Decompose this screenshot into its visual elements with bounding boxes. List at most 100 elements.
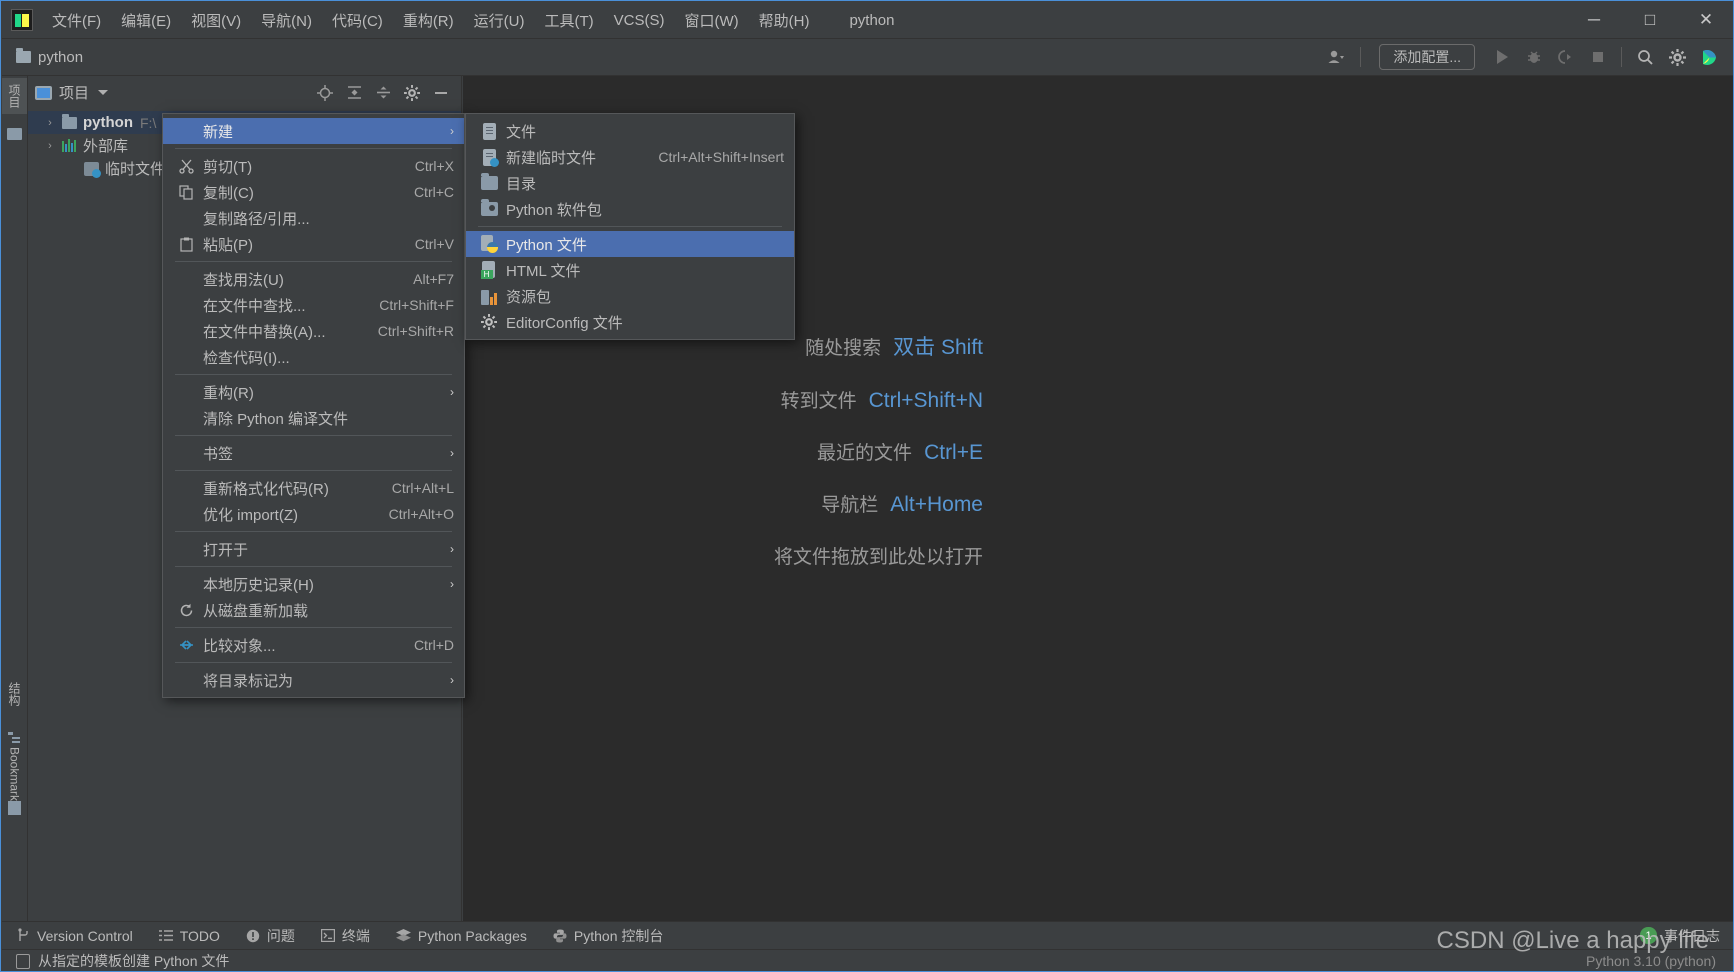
menu-item-label: 打开于 [203,541,249,559]
menu-help[interactable]: 帮助(H) [749,6,820,35]
window-controls: ─ □ ✕ [1566,2,1733,39]
interpreter-indicator[interactable]: Python 3.10 (python) [1586,953,1716,969]
ctx-find-in-files[interactable]: 在文件中查找... Ctrl+Shift+F [163,292,464,318]
close-button[interactable]: ✕ [1678,2,1733,39]
menu-item-shortcut: Ctrl+Alt+L [391,480,454,496]
ctx-bookmarks[interactable]: 书签 › [163,440,464,466]
toolbar-actions: 添加配置... [1322,43,1724,71]
breadcrumb[interactable]: python [16,48,84,66]
breadcrumb-label: python [38,48,84,66]
ctx-clean-pyc[interactable]: 清除 Python 编译文件 [163,405,464,431]
menu-separator [175,435,452,436]
menu-item-label: Python 软件包 [506,201,602,219]
add-configuration-button[interactable]: 添加配置... [1379,44,1475,70]
menu-item-shortcut: Ctrl+X [414,158,454,174]
tool-python-packages[interactable]: Python Packages [385,926,538,946]
hide-icon[interactable] [428,81,454,105]
ctx-open-in[interactable]: 打开于 › [163,536,464,562]
new-python-package[interactable]: Python 软件包 [466,196,794,222]
ctx-new[interactable]: 新建 › [163,118,464,144]
menu-refactor[interactable]: 重构(R) [393,6,464,35]
chevron-right-icon: › [450,577,454,591]
ctx-find-usages[interactable]: 查找用法(U) Alt+F7 [163,266,464,292]
chevron-down-icon[interactable] [98,90,109,95]
tool-terminal[interactable]: 终端 [310,924,381,948]
settings-gear-icon[interactable] [399,81,425,105]
menu-separator [175,148,452,149]
ctx-cut[interactable]: 剪切(T) Ctrl+X [163,153,464,179]
tool-python-console[interactable]: Python 控制台 [542,924,674,948]
folder-icon [16,48,31,63]
twisty-icon[interactable]: › [42,140,58,152]
maximize-button[interactable]: □ [1622,2,1678,39]
list-icon [158,929,173,942]
bottom-tool-stripe: Version Control TODO 问题 终端 Python Packag… [2,921,1733,949]
ctx-reload-from-disk[interactable]: 从磁盘重新加载 [163,597,464,623]
menu-item-shortcut: Ctrl+Alt+O [388,506,454,522]
menu-item-label: 新建 [203,123,234,141]
stripe-button-project[interactable]: 项目 [2,78,27,114]
context-menu: 新建 › 剪切(T) Ctrl+X 复制(C) Ctrl+C 复制路径/引用..… [162,113,465,698]
menu-item-shortcut: Ctrl+V [414,236,454,252]
pycharm-window: 文件(F) 编辑(E) 视图(V) 导航(N) 代码(C) 重构(R) 运行(U… [0,0,1734,972]
menu-separator [175,261,452,262]
menu-window[interactable]: 窗口(W) [674,6,748,35]
menu-vcs[interactable]: VCS(S) [604,8,675,33]
user-avatar-icon[interactable] [1322,43,1352,71]
new-editorconfig-file[interactable]: EditorConfig 文件 [466,309,794,335]
run-coverage-icon[interactable] [1551,43,1581,71]
ctx-inspect-code[interactable]: 检查代码(I)... [163,344,464,370]
stripe-button-structure[interactable]: 结构 [2,676,27,712]
stop-icon[interactable] [1583,43,1613,71]
new-file[interactable]: 文件 [466,118,794,144]
updates-icon[interactable] [1694,43,1724,71]
minimize-button[interactable]: ─ [1566,2,1622,39]
ctx-paste[interactable]: 粘贴(P) Ctrl+V [163,231,464,257]
ctx-refactor[interactable]: 重构(R) › [163,379,464,405]
ctx-optimize-imports[interactable]: 优化 import(Z) Ctrl+Alt+O [163,501,464,527]
event-log-button[interactable]: 1 事件日志 [1640,926,1720,946]
new-html-file[interactable]: H HTML 文件 [466,257,794,283]
new-directory[interactable]: 目录 [466,170,794,196]
ctx-compare-with[interactable]: 比较对象... Ctrl+D [163,632,464,658]
ctx-copy[interactable]: 复制(C) Ctrl+C [163,179,464,205]
settings-gear-icon[interactable] [1662,43,1692,71]
menu-item-label: 复制路径/引用... [203,210,310,228]
tool-label: 终端 [341,927,370,944]
tool-problems[interactable]: 问题 [235,924,306,948]
new-python-file[interactable]: Python 文件 [466,231,794,257]
menu-item-label: 目录 [506,175,537,193]
menu-edit[interactable]: 编辑(E) [111,6,181,35]
collapse-all-icon[interactable] [370,81,396,105]
menu-code[interactable]: 代码(C) [322,6,393,35]
ctx-copy-path[interactable]: 复制路径/引用... [163,205,464,231]
menu-item-label: 重新格式化代码(R) [203,480,329,498]
menu-run[interactable]: 运行(U) [464,6,535,35]
ctx-reformat-code[interactable]: 重新格式化代码(R) Ctrl+Alt+L [163,475,464,501]
left-tool-stripe: 项目 结构 Bookmarks [2,76,28,921]
editor-shortcut-hints: 随处搜索 双击 Shift 转到文件 Ctrl+Shift+N 最近的文件 Ct… [463,331,1463,594]
twisty-icon[interactable]: › [42,117,58,129]
resource-bundle-icon [478,288,500,305]
editorconfig-icon [478,314,500,330]
menu-tools[interactable]: 工具(T) [534,6,603,35]
tool-version-control[interactable]: Version Control [6,926,144,946]
status-message: 从指定的模板创建 Python 文件 [16,951,229,971]
ctx-replace-in-files[interactable]: 在文件中替换(A)... Ctrl+Shift+R [163,318,464,344]
locate-icon[interactable] [312,81,338,105]
tool-todo[interactable]: TODO [148,926,231,946]
ctx-local-history[interactable]: 本地历史记录(H) › [163,571,464,597]
expand-all-icon[interactable] [341,81,367,105]
new-scratch-file[interactable]: 新建临时文件 Ctrl+Alt+Shift+Insert [466,144,794,170]
new-resource-bundle[interactable]: 资源包 [466,283,794,309]
ctx-mark-directory-as[interactable]: 将目录标记为 › [163,667,464,693]
menu-item-shortcut: Ctrl+Alt+Shift+Insert [658,149,784,165]
menu-item-shortcut: Alt+F7 [413,271,454,287]
menu-view[interactable]: 视图(V) [181,6,251,35]
menu-file[interactable]: 文件(F) [42,6,111,35]
menu-navigate[interactable]: 导航(N) [251,6,322,35]
search-icon[interactable] [1630,43,1660,71]
menu-item-label: 优化 import(Z) [203,506,298,524]
debug-icon[interactable] [1519,43,1549,71]
run-icon[interactable] [1487,43,1517,71]
